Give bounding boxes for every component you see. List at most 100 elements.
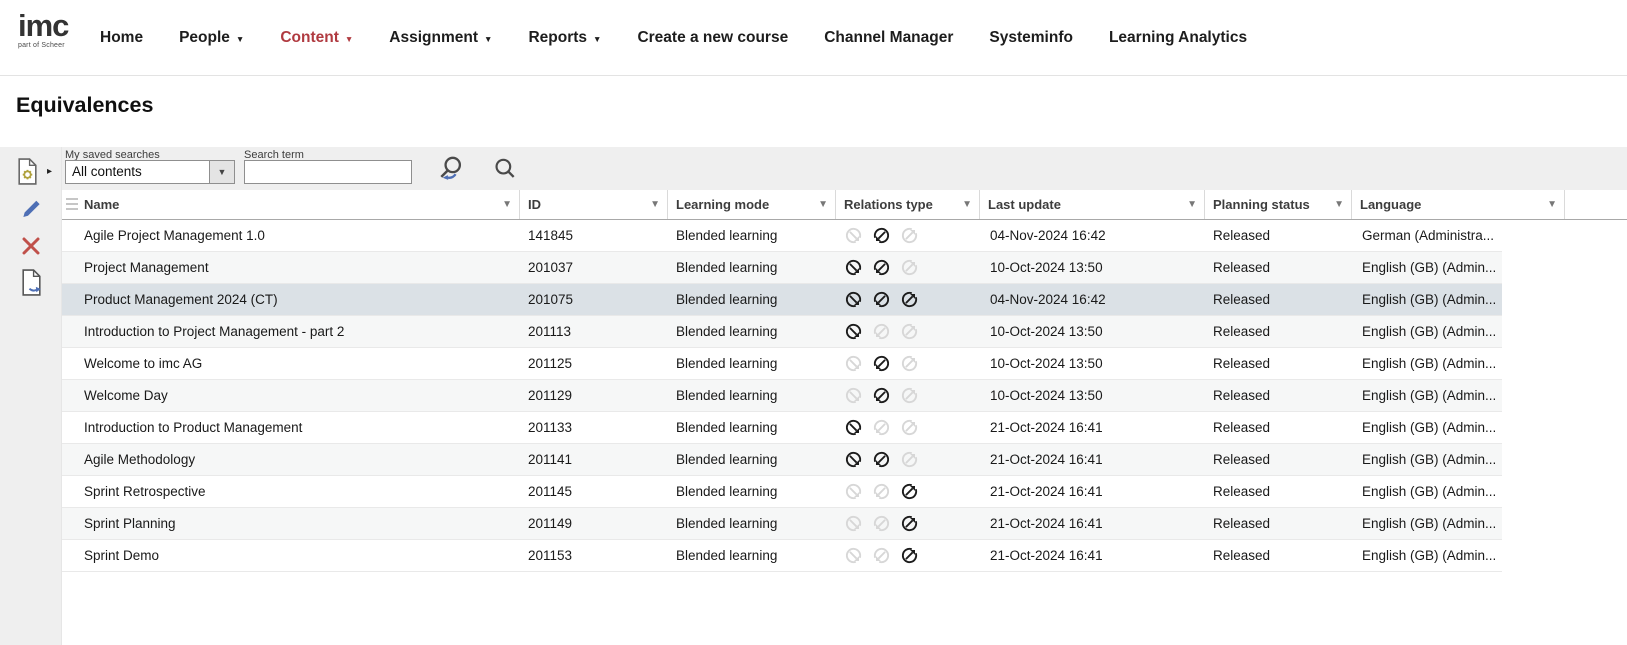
nav-item-reports[interactable]: Reports▼ xyxy=(528,29,601,47)
cell-id: 141845 xyxy=(520,220,668,251)
relation-in-down-icon xyxy=(872,418,891,437)
cell-planning-status: Released xyxy=(1205,508,1352,539)
cell-last-update: 10-Oct-2024 13:50 xyxy=(980,348,1205,379)
relation-in-down-icon xyxy=(872,514,891,533)
column-header-relations-type[interactable]: Relations type▼ xyxy=(836,190,980,219)
saved-searches-select[interactable]: All contents ▼ xyxy=(65,160,235,184)
cell-learning-mode: Blended learning xyxy=(668,220,836,251)
cell-last-update: 21-Oct-2024 16:41 xyxy=(980,508,1205,539)
cell-name: Sprint Demo xyxy=(62,540,520,571)
nav-item-content[interactable]: Content▼ xyxy=(280,29,353,47)
table-body: Agile Project Management 1.0141845Blende… xyxy=(62,220,1502,572)
column-filter-caret-icon[interactable]: ▼ xyxy=(650,199,660,210)
search-rerun-icon[interactable] xyxy=(436,154,466,189)
saved-searches-value: All contents xyxy=(66,161,209,183)
cell-language: English (GB) (Admin... xyxy=(1352,284,1502,315)
table-row[interactable]: Introduction to Product Management201133… xyxy=(62,412,1502,444)
imc-logo[interactable]: imc part of Scheer xyxy=(18,11,68,49)
cell-name: Sprint Retrospective xyxy=(62,476,520,507)
column-filter-caret-icon[interactable]: ▼ xyxy=(962,199,972,210)
column-filter-caret-icon[interactable]: ▼ xyxy=(1187,199,1197,210)
export-document-icon[interactable] xyxy=(0,264,62,301)
nav-item-systeminfo[interactable]: Systeminfo xyxy=(989,29,1073,47)
cell-learning-mode: Blended learning xyxy=(668,540,836,571)
cell-last-update: 10-Oct-2024 13:50 xyxy=(980,380,1205,411)
table-row[interactable]: Product Management 2024 (CT)201075Blende… xyxy=(62,284,1502,316)
nav-item-home[interactable]: Home xyxy=(100,29,143,47)
column-filter-caret-icon[interactable]: ▼ xyxy=(1334,199,1344,210)
delete-x-icon[interactable] xyxy=(0,227,62,264)
table-row[interactable]: Sprint Demo201153Blended learning21-Oct-… xyxy=(62,540,1502,572)
search-icon[interactable] xyxy=(492,156,518,187)
table-row[interactable]: Agile Project Management 1.0141845Blende… xyxy=(62,220,1502,252)
cell-id: 201037 xyxy=(520,252,668,283)
column-header-id[interactable]: ID ▼ xyxy=(520,190,668,219)
column-header-language[interactable]: Language ▼ xyxy=(1352,190,1565,219)
column-filter-caret-icon[interactable]: ▼ xyxy=(818,199,828,210)
relation-out-down-icon xyxy=(844,450,863,469)
table-row[interactable]: Project Management201037Blended learning… xyxy=(62,252,1502,284)
nav-item-people[interactable]: People▼ xyxy=(179,29,244,47)
cell-language: English (GB) (Admin... xyxy=(1352,316,1502,347)
column-header-last-update[interactable]: Last update▼ xyxy=(980,190,1205,219)
relation-in-down-icon xyxy=(872,354,891,373)
cell-relations xyxy=(836,316,980,347)
cell-id: 201133 xyxy=(520,412,668,443)
column-header-learning-mode[interactable]: Learning mode▼ xyxy=(668,190,836,219)
cell-name: Introduction to Product Management xyxy=(62,412,520,443)
cell-relations xyxy=(836,252,980,283)
column-filter-caret-icon[interactable]: ▼ xyxy=(502,199,512,210)
search-input[interactable] xyxy=(244,160,412,184)
nav-item-channel-manager[interactable]: Channel Manager xyxy=(824,29,953,47)
logo-text: imc xyxy=(18,11,68,41)
cell-id: 201153 xyxy=(520,540,668,571)
chevron-down-icon[interactable]: ▼ xyxy=(209,161,234,183)
column-header-name[interactable]: Name▼ xyxy=(62,190,520,219)
column-label: ID xyxy=(520,197,541,212)
table-row[interactable]: Welcome Day201129Blended learning10-Oct-… xyxy=(62,380,1502,412)
edit-pencil-icon[interactable] xyxy=(0,190,62,227)
cell-name: Agile Project Management 1.0 xyxy=(62,220,520,251)
relation-in-down-icon xyxy=(872,258,891,277)
nav-item-create-a-new-course[interactable]: Create a new course xyxy=(637,29,788,47)
cell-planning-status: Released xyxy=(1205,316,1352,347)
relation-out-up-icon xyxy=(900,482,919,501)
table-row[interactable]: Agile Methodology201141Blended learning2… xyxy=(62,444,1502,476)
table-row[interactable]: Welcome to imc AG201125Blended learning1… xyxy=(62,348,1502,380)
cell-name: Welcome Day xyxy=(62,380,520,411)
relation-out-up-icon xyxy=(900,258,919,277)
table-row[interactable]: Sprint Planning201149Blended learning21-… xyxy=(62,508,1502,540)
column-filter-caret-icon[interactable]: ▼ xyxy=(1547,199,1557,210)
cell-relations xyxy=(836,444,980,475)
relation-out-down-icon xyxy=(844,546,863,565)
main-nav: Home People▼ Content▼ Assignment▼ Reports▼ Cr… xyxy=(100,0,1247,76)
cell-planning-status: Released xyxy=(1205,444,1352,475)
nav-caret-icon: ▼ xyxy=(236,35,244,44)
saved-search-document-icon[interactable]: ▸ xyxy=(0,153,62,190)
relation-out-down-icon xyxy=(844,258,863,277)
cell-learning-mode: Blended learning xyxy=(668,348,836,379)
table-row[interactable]: Introduction to Project Management - par… xyxy=(62,316,1502,348)
drag-handle-icon[interactable] xyxy=(66,198,78,210)
relation-out-down-icon xyxy=(844,226,863,245)
cell-relations xyxy=(836,380,980,411)
column-header-planning-status[interactable]: Planning status▼ xyxy=(1205,190,1352,219)
nav-item-assignment[interactable]: Assignment▼ xyxy=(389,29,492,47)
nav-item-learning-analytics[interactable]: Learning Analytics xyxy=(1109,29,1247,47)
cell-last-update: 21-Oct-2024 16:41 xyxy=(980,412,1205,443)
app-window: imc part of Scheer Home People▼ Content▼ As… xyxy=(0,0,1627,645)
cell-learning-mode: Blended learning xyxy=(668,412,836,443)
filter-bar: My saved searches Search term All conten… xyxy=(0,147,1627,190)
cell-id: 201125 xyxy=(520,348,668,379)
logo-subtext: part of Scheer xyxy=(18,42,68,49)
cell-id: 201149 xyxy=(520,508,668,539)
cell-learning-mode: Blended learning xyxy=(668,252,836,283)
flyout-arrow-icon[interactable]: ▸ xyxy=(47,166,52,177)
cell-last-update: 04-Nov-2024 16:42 xyxy=(980,220,1205,251)
column-label: Language xyxy=(1352,197,1421,212)
cell-planning-status: Released xyxy=(1205,348,1352,379)
cell-language: English (GB) (Admin... xyxy=(1352,252,1502,283)
table-row[interactable]: Sprint Retrospective201145Blended learni… xyxy=(62,476,1502,508)
relation-out-down-icon xyxy=(844,322,863,341)
cell-relations xyxy=(836,220,980,251)
